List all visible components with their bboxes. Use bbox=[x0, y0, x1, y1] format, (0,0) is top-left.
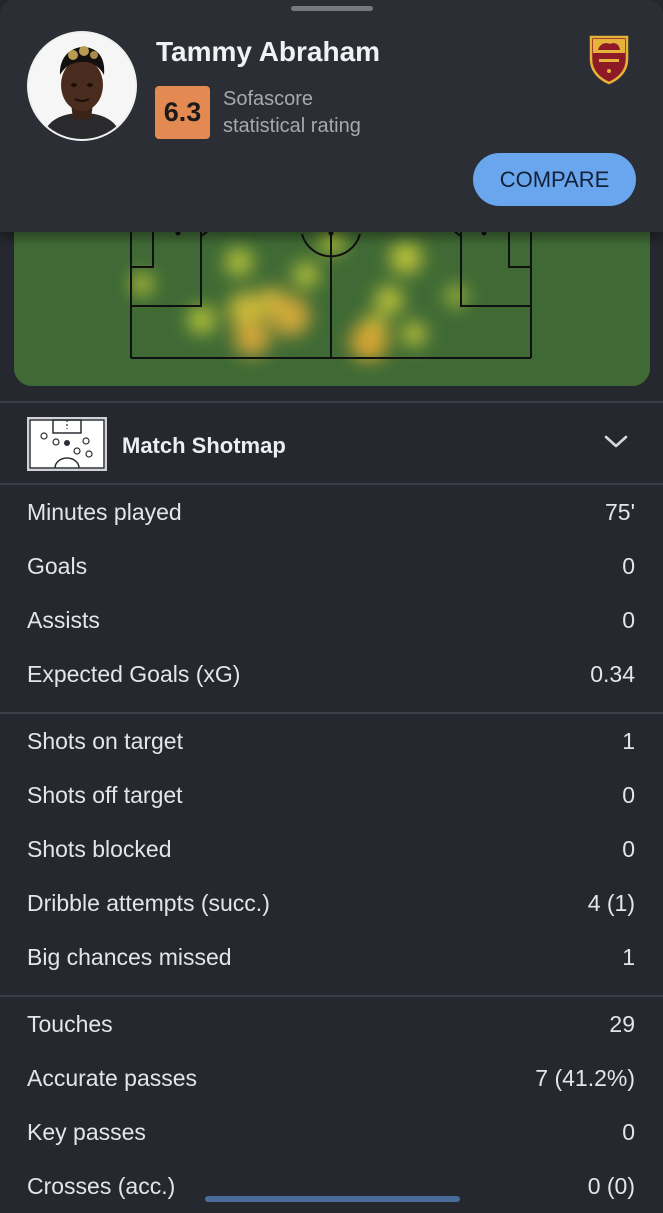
stat-value: 1 bbox=[622, 728, 635, 754]
stat-row-assists: Assists 0 bbox=[0, 593, 663, 647]
player-photo bbox=[29, 33, 135, 139]
as-roma-crest-icon[interactable] bbox=[588, 33, 630, 85]
stat-value: 29 bbox=[609, 1011, 635, 1037]
stat-row-dribble-attempts: Dribble attempts (succ.) 4 (1) bbox=[0, 876, 663, 930]
stat-row-big-chances-missed: Big chances missed 1 bbox=[0, 930, 663, 984]
stat-label: Goals bbox=[27, 553, 88, 579]
rating-caption-line1: Sofascore bbox=[223, 88, 314, 110]
stat-value: 0 bbox=[622, 607, 635, 633]
stat-value: 0 (0) bbox=[587, 1173, 635, 1199]
player-avatar bbox=[27, 31, 137, 141]
stat-label: Shots blocked bbox=[27, 836, 172, 862]
player-header: Tammy Abraham 6.3 Sofascore statistical … bbox=[0, 0, 663, 232]
stat-row-shots-on-target: Shots on target 1 bbox=[0, 714, 663, 768]
stat-label: Crosses (acc.) bbox=[27, 1173, 176, 1199]
rating-caption: Sofascore statistical rating bbox=[223, 86, 361, 140]
shotmap-title: Match Shotmap bbox=[122, 433, 286, 458]
bottom-scroll-indicator bbox=[205, 1196, 460, 1202]
stat-label: Shots on target bbox=[27, 728, 183, 754]
stat-label: Dribble attempts (succ.) bbox=[27, 890, 270, 916]
stat-value: 7 (41.2%) bbox=[535, 1065, 635, 1091]
stat-row-touches: Touches 29 bbox=[0, 997, 663, 1051]
stat-value: 0 bbox=[622, 782, 635, 808]
stat-value: 75' bbox=[605, 499, 635, 525]
drag-handle[interactable] bbox=[291, 6, 373, 11]
stat-label: Touches bbox=[27, 1011, 113, 1037]
player-name: Tammy Abraham bbox=[156, 36, 381, 67]
stat-value: 4 (1) bbox=[587, 890, 635, 916]
stat-row-key-passes: Key passes 0 bbox=[0, 1105, 663, 1159]
stat-label: Assists bbox=[27, 607, 100, 633]
match-shotmap-toggle[interactable]: Match Shotmap bbox=[0, 403, 663, 483]
stat-row-expected-goals: Expected Goals (xG) 0.34 bbox=[0, 647, 663, 701]
pitch-icon bbox=[27, 417, 107, 471]
stat-value: 0 bbox=[622, 836, 635, 862]
rating-caption-line2: statistical rating bbox=[223, 115, 361, 137]
stat-label: Minutes played bbox=[27, 499, 182, 525]
stat-row-goals: Goals 0 bbox=[0, 539, 663, 593]
rating-badge: 6.3 bbox=[155, 86, 210, 139]
stat-label: Key passes bbox=[27, 1119, 146, 1145]
stat-label: Big chances missed bbox=[27, 944, 232, 970]
chevron-down-icon[interactable] bbox=[604, 435, 628, 449]
stat-label: Shots off target bbox=[27, 782, 183, 808]
stat-row-accurate-passes: Accurate passes 7 (41.2%) bbox=[0, 1051, 663, 1105]
stat-row-shots-off-target: Shots off target 0 bbox=[0, 768, 663, 822]
stat-row-minutes-played: Minutes played 75' bbox=[0, 485, 663, 539]
stat-value: 0.34 bbox=[590, 661, 635, 687]
stat-value: 1 bbox=[622, 944, 635, 970]
compare-button[interactable]: COMPARE bbox=[473, 153, 636, 206]
stat-label: Accurate passes bbox=[27, 1065, 198, 1091]
stat-label: Expected Goals (xG) bbox=[27, 661, 241, 687]
stat-value: 0 bbox=[622, 553, 635, 579]
stat-row-crosses: Crosses (acc.) 0 (0) bbox=[0, 1159, 663, 1213]
stat-row-shots-blocked: Shots blocked 0 bbox=[0, 822, 663, 876]
stat-value: 0 bbox=[622, 1119, 635, 1145]
